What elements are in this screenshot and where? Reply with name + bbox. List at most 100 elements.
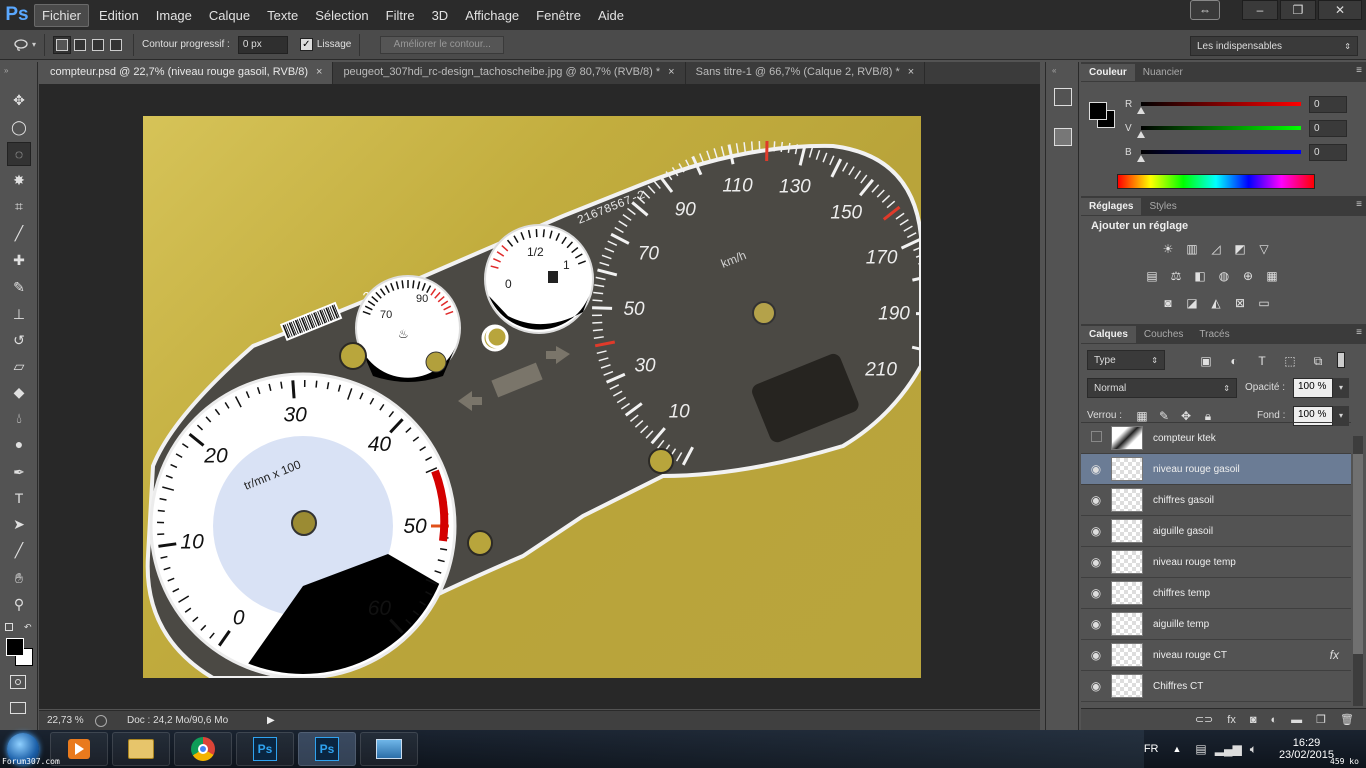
channel-slider[interactable] — [1137, 150, 1301, 162]
slider-handle-icon[interactable] — [1137, 107, 1145, 114]
opacity-value[interactable]: 100 % — [1293, 378, 1333, 398]
path-selection-icon[interactable]: ➤ — [7, 512, 31, 536]
gradient-map-icon[interactable]: ▭ — [1255, 294, 1273, 312]
menu-7[interactable]: 3D — [425, 5, 456, 26]
layers-scrollbar[interactable] — [1353, 436, 1363, 706]
layer-name[interactable]: niveau rouge temp — [1153, 557, 1236, 568]
tab-channels[interactable]: Couches — [1136, 326, 1191, 343]
volume-icon[interactable]: 🔈︎ — [1250, 742, 1257, 757]
brush-icon[interactable]: ✎ — [7, 275, 31, 299]
close-button[interactable]: ✕ — [1318, 0, 1362, 20]
tab-color[interactable]: Couleur — [1081, 63, 1135, 81]
filter-toggle[interactable] — [1337, 352, 1345, 368]
swap-colors-icon[interactable]: ↶ — [24, 622, 32, 633]
slider-handle-icon[interactable] — [1137, 131, 1145, 138]
tab-swatches[interactable]: Nuancier — [1135, 64, 1191, 81]
layer-row[interactable]: ◉ chiffres gasoil — [1081, 485, 1351, 516]
layer-row[interactable]: ◉ Chiffres CT — [1081, 671, 1351, 702]
black-white-icon[interactable]: ◧ — [1191, 267, 1209, 285]
smart-object-filter-icon[interactable]: ⧉ — [1309, 352, 1327, 370]
channel-mixer-icon[interactable]: ⊕ — [1239, 267, 1257, 285]
screen-mode-icon[interactable] — [10, 702, 26, 714]
clock[interactable]: 16:29 23/02/2015 — [1279, 737, 1334, 761]
color-lookup-icon[interactable]: ▦ — [1263, 267, 1281, 285]
panel-menu-icon[interactable]: ≡ — [1356, 327, 1362, 338]
doc-tab-0[interactable]: compteur.psd @ 22,7% (niveau rouge gasoi… — [40, 62, 334, 84]
layer-name[interactable]: compteur ktek — [1153, 433, 1216, 444]
fx-icon[interactable]: fx — [1227, 714, 1236, 726]
color-spectrum[interactable] — [1117, 174, 1315, 189]
ellipse-marquee-icon[interactable]: ◯ — [7, 115, 31, 139]
menu-1[interactable]: Edition — [92, 5, 146, 26]
maximize-button[interactable]: ❐ — [1280, 0, 1316, 20]
default-colors-icon[interactable] — [5, 623, 13, 631]
hue-saturation-icon[interactable]: ▤ — [1143, 267, 1161, 285]
subtract-selection-icon[interactable] — [89, 36, 107, 54]
layer-name[interactable]: niveau rouge gasoil — [1153, 464, 1240, 475]
layer-row[interactable]: ◉ niveau rouge CT fx — [1081, 640, 1351, 671]
doc-tab-2[interactable]: Sans titre-1 @ 66,7% (Calque 2, RVB/8) *… — [686, 62, 926, 84]
eye-icon[interactable]: ◉ — [1081, 493, 1111, 507]
mask-icon[interactable]: ◙ — [1250, 714, 1257, 726]
foreground-color-swatch[interactable] — [6, 638, 24, 656]
visibility-off-icon[interactable] — [1081, 431, 1111, 445]
refine-edge-button[interactable]: Améliorer le contour... — [380, 35, 505, 54]
eye-icon[interactable]: ◉ — [1081, 524, 1111, 538]
menu-0[interactable]: Fichier — [34, 3, 90, 27]
layer-name[interactable]: niveau rouge CT — [1153, 650, 1227, 661]
lasso-tool-preset-icon[interactable] — [12, 36, 30, 54]
channel-slider[interactable] — [1137, 102, 1301, 114]
close-tab-icon[interactable]: × — [316, 66, 322, 78]
language-indicator[interactable]: FR — [1144, 743, 1159, 755]
layer-filter-dropdown[interactable]: Type ⇕ — [1087, 350, 1165, 370]
crop-icon[interactable]: ⌗ — [7, 194, 31, 218]
opacity-arrow[interactable]: ▾ — [1333, 378, 1349, 398]
tray-device-icon[interactable]: ▤ — [1195, 742, 1206, 756]
slider-handle-icon[interactable] — [1137, 155, 1145, 162]
eye-icon[interactable]: ◉ — [1081, 555, 1111, 569]
eye-icon[interactable]: ◉ — [1081, 648, 1111, 662]
tab-paths[interactable]: Tracés — [1191, 326, 1237, 343]
trash-icon[interactable]: 🗑︎ — [1340, 713, 1354, 726]
tab-styles[interactable]: Styles — [1141, 198, 1184, 215]
dodge-icon[interactable]: ● — [7, 432, 31, 456]
network-icon[interactable]: ▂▄▆ — [1215, 742, 1242, 756]
intersect-selection-icon[interactable] — [107, 36, 125, 54]
channel-value[interactable]: 0 — [1309, 143, 1347, 161]
threshold-icon[interactable]: ◭ — [1207, 294, 1225, 312]
blur-icon[interactable]: 💧︎ — [7, 406, 31, 430]
explorer-icon[interactable] — [112, 732, 170, 766]
menu-8[interactable]: Affichage — [458, 5, 526, 26]
layer-row[interactable]: ◉ chiffres temp — [1081, 578, 1351, 609]
workspace-dropdown[interactable]: Les indispensables ⇕ — [1190, 36, 1358, 56]
zoom-level[interactable]: 22,73 % — [47, 715, 95, 726]
adjustment-filter-icon[interactable]: ◐ — [1225, 352, 1243, 370]
opacity-field[interactable]: 100 % ▾ — [1293, 378, 1349, 398]
menu-4[interactable]: Texte — [260, 5, 305, 26]
new-layer-icon[interactable]: ❐ — [1316, 713, 1326, 726]
arrange-button[interactable]: ⇔ — [1190, 0, 1220, 20]
eye-icon[interactable]: ◉ — [1081, 617, 1111, 631]
menu-9[interactable]: Fenêtre — [529, 5, 588, 26]
status-info-icon[interactable] — [95, 714, 107, 727]
menu-10[interactable]: Aide — [591, 5, 631, 26]
paint-bucket-icon[interactable]: ◆ — [7, 380, 31, 404]
layer-row[interactable]: ◉ niveau rouge gasoil — [1081, 454, 1351, 485]
chrome-icon[interactable] — [174, 732, 232, 766]
doc-tab-1[interactable]: peugeot_307hdi_rc-design_tachoscheibe.jp… — [333, 62, 686, 84]
menu-6[interactable]: Filtre — [379, 5, 422, 26]
panel-menu-icon[interactable]: ≡ — [1356, 199, 1362, 210]
status-menu-arrow[interactable]: ▶ — [267, 715, 275, 726]
menu-5[interactable]: Sélection — [308, 5, 375, 26]
photoshop-taskbar-icon-active[interactable]: Ps — [298, 732, 356, 766]
document-canvas[interactable]: 2 21678567-2 103050709011013015017019021… — [143, 116, 921, 678]
channel-slider[interactable] — [1137, 126, 1301, 138]
layer-row[interactable]: ◉ aiguille temp — [1081, 609, 1351, 640]
close-tab-icon[interactable]: × — [668, 66, 674, 78]
layer-row[interactable]: compteur ktek — [1081, 423, 1351, 454]
move-icon[interactable]: ✥ — [7, 88, 31, 112]
feather-input[interactable]: 0 px — [237, 35, 288, 54]
layer-name[interactable]: chiffres gasoil — [1153, 495, 1214, 506]
antialias-checkbox[interactable]: ✓ — [299, 38, 313, 51]
layer-name[interactable]: Chiffres CT — [1153, 681, 1203, 692]
